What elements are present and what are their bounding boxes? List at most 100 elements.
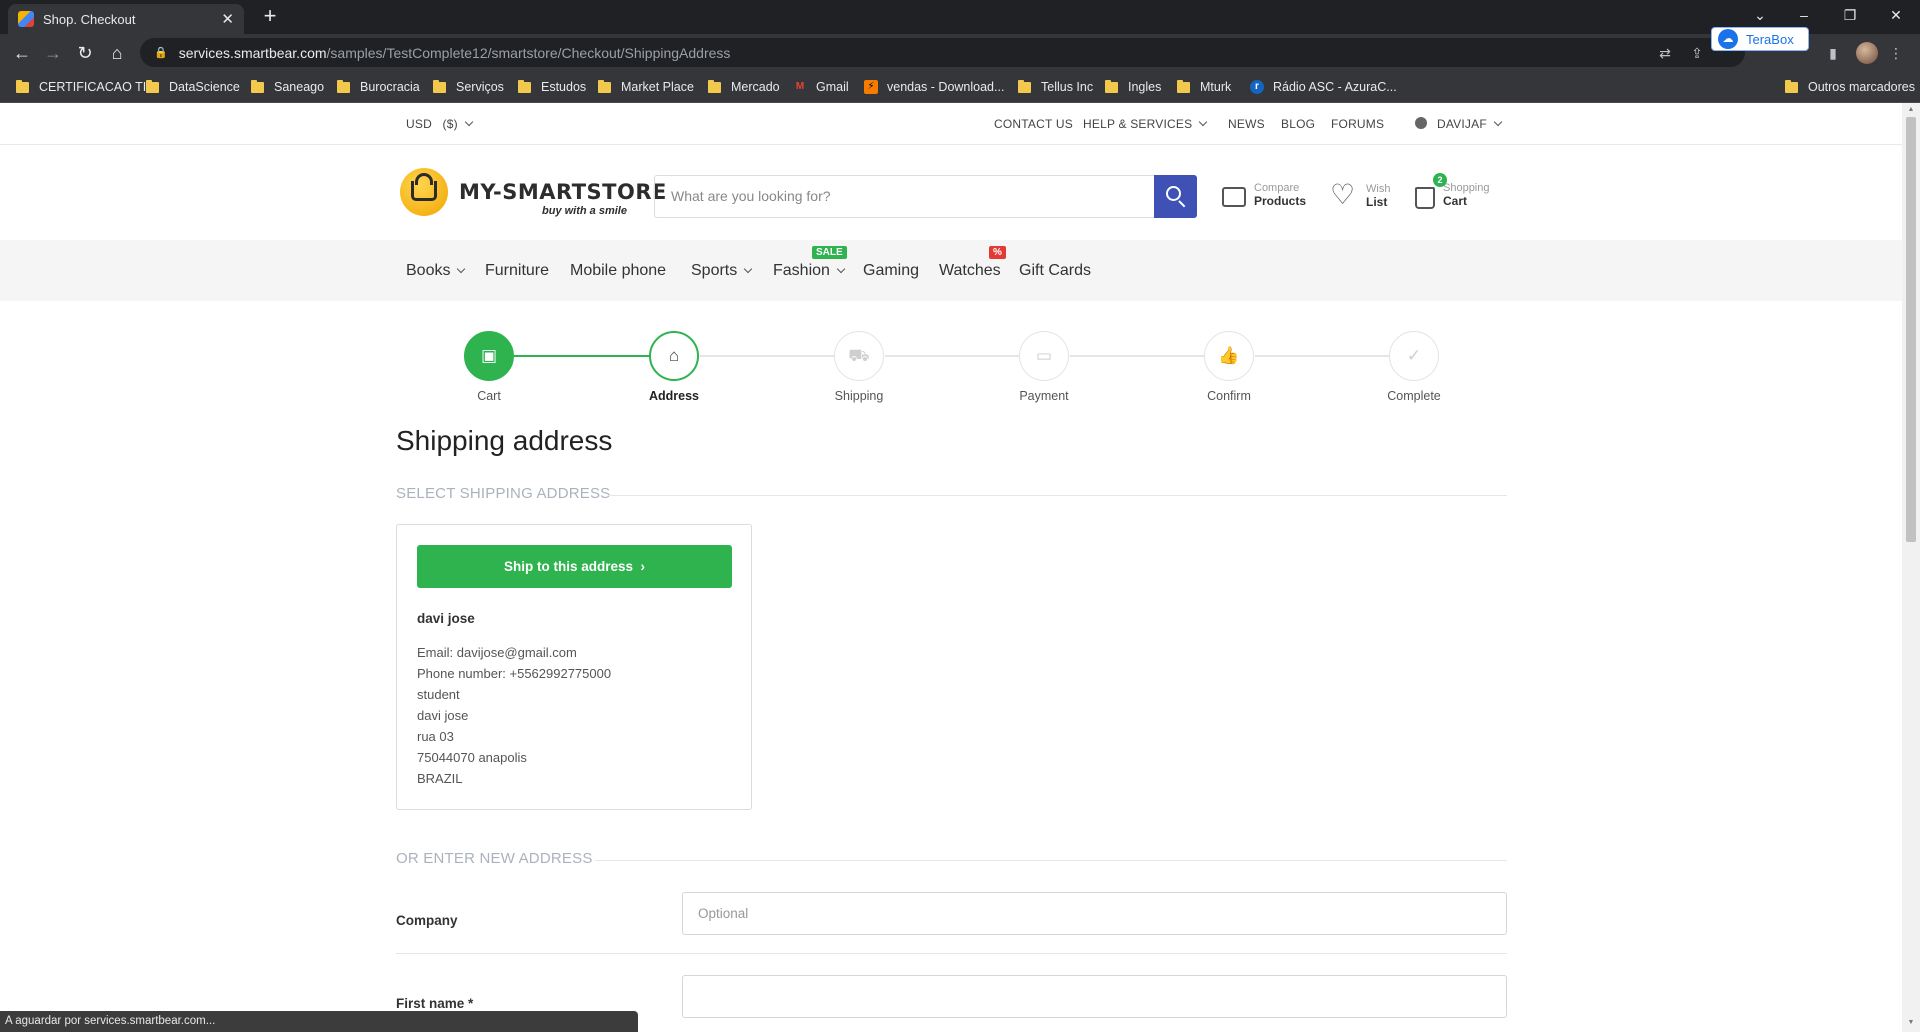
nav-furniture[interactable]: Furniture — [485, 262, 549, 280]
folder-icon — [251, 79, 264, 93]
account-menu[interactable]: DAVIJAF — [1415, 117, 1503, 131]
restore-button[interactable]: ❐ — [1828, 0, 1872, 30]
bookmark-item[interactable]: r Rádio ASC - AzuraC... — [1250, 78, 1397, 96]
bookmark-item[interactable]: CERTIFICACAO TI — [16, 78, 146, 96]
new-tab-button[interactable]: + — [256, 5, 284, 29]
browser-tab[interactable]: Shop. Checkout ✕ — [8, 4, 244, 34]
step-payment-label: Payment — [1019, 389, 1069, 403]
help-services-menu[interactable]: HELP & SERVICES — [1083, 117, 1208, 131]
shopping-bag-icon: ▣ — [480, 346, 498, 365]
nav-fashion-label: Fashion — [773, 262, 830, 279]
chevron-down-icon — [1199, 117, 1208, 127]
home-icon: ⌂ — [668, 346, 680, 365]
translate-icon[interactable]: ⇄ — [1655, 43, 1675, 63]
first-name-field[interactable] — [682, 975, 1507, 1018]
step-connector — [1255, 355, 1390, 357]
nav-mobile-phone[interactable]: Mobile phone — [570, 262, 666, 280]
nav-books[interactable]: Books — [406, 262, 466, 280]
bookmark-item[interactable]: Ingles — [1105, 78, 1161, 96]
chevron-down-icon — [457, 264, 466, 274]
nav-watches[interactable]: Watches — [939, 262, 1001, 280]
credit-card-icon: ▭ — [1035, 346, 1053, 365]
address-country: BRAZIL — [417, 771, 463, 786]
scrollbar-thumb[interactable] — [1906, 117, 1916, 542]
menu-kebab-icon[interactable]: ⋮ — [1886, 43, 1906, 63]
wishlist-link[interactable]: ♡ Wish List — [1330, 179, 1390, 210]
heart-icon: ♡ — [1330, 179, 1356, 210]
folder-icon — [146, 79, 159, 93]
radio-icon: r — [1250, 80, 1264, 94]
step-cart[interactable]: ▣ — [464, 331, 514, 381]
tab-close-icon[interactable]: ✕ — [221, 10, 234, 28]
form-row-divider — [396, 953, 1507, 954]
logo-name: MY-SMARTSTORE — [459, 180, 667, 204]
contact-us-link[interactable]: CONTACT US — [994, 117, 1073, 131]
company-label: Company — [396, 913, 458, 928]
folder-icon — [1105, 79, 1118, 93]
bookmark-item[interactable]: Burocracia — [337, 78, 420, 96]
folder-icon — [598, 79, 611, 93]
nav-sports[interactable]: Sports — [691, 262, 753, 280]
compare-products-link[interactable]: Compare Products — [1222, 182, 1306, 209]
bookmark-label: Mturk — [1200, 80, 1232, 94]
forward-icon[interactable]: → — [41, 41, 65, 65]
scroll-up-arrow-icon[interactable]: ▲ — [1906, 106, 1916, 113]
step-payment: ▭ — [1019, 331, 1069, 381]
scroll-down-arrow-icon[interactable]: ▼ — [1906, 1019, 1916, 1026]
blog-link[interactable]: BLOG — [1281, 117, 1315, 131]
news-link[interactable]: NEWS — [1228, 117, 1265, 131]
forums-link[interactable]: FORUMS — [1331, 117, 1384, 131]
checkmark-icon: ✓ — [1406, 346, 1422, 365]
bookmark-label: Gmail — [816, 80, 849, 94]
address-zip-city: 75044070 anapolis — [417, 750, 527, 765]
chevron-down-icon — [1493, 117, 1503, 127]
bookmark-item[interactable]: Saneago — [251, 78, 324, 96]
cart-count-badge: 2 — [1433, 173, 1447, 187]
address-bar[interactable]: 🔒 services.smartbear.com /samples/TestCo… — [140, 38, 1745, 67]
bookmark-label: vendas - Download... — [887, 80, 1005, 94]
folder-icon — [518, 79, 531, 93]
section-divider — [595, 860, 1507, 861]
home-icon[interactable]: ⌂ — [105, 41, 129, 65]
terabox-extension-button[interactable]: ☁ TeraBox — [1711, 27, 1809, 51]
browser-tab-strip: Shop. Checkout ✕ + ⌄ – ❐ ✕ — [0, 0, 1920, 34]
shopping-bag-icon — [1415, 186, 1435, 209]
tab-title: Shop. Checkout — [43, 11, 136, 27]
reload-icon[interactable]: ↻ — [73, 41, 97, 65]
company-field[interactable]: Optional — [682, 892, 1507, 935]
close-window-button[interactable]: ✕ — [1874, 0, 1918, 30]
back-icon[interactable]: ← — [10, 41, 34, 65]
logo-tagline: buy with a smile — [542, 205, 627, 217]
bookmark-item[interactable]: Serviços — [433, 78, 504, 96]
page-scrollbar[interactable]: ▲ ▼ — [1902, 103, 1920, 1032]
bookmark-item[interactable]: Mercado — [708, 78, 780, 96]
currency-selector[interactable]: USD ($) — [406, 117, 474, 131]
bookmark-item[interactable]: ⚡ vendas - Download... — [864, 78, 1004, 96]
step-shipping-label: Shipping — [834, 389, 884, 403]
site-icon: ⚡ — [864, 80, 878, 94]
step-confirm-label: Confirm — [1207, 389, 1251, 403]
side-panel-icon[interactable]: ▮ — [1823, 43, 1843, 63]
nav-fashion[interactable]: Fashion — [773, 262, 846, 280]
bookmark-item[interactable]: Tellus Inc — [1018, 78, 1093, 96]
search-button[interactable] — [1154, 175, 1197, 218]
tab-search-chevron-icon[interactable]: ⌄ — [1738, 0, 1782, 30]
profile-avatar[interactable] — [1856, 42, 1878, 64]
bookmark-item[interactable]: M Gmail — [793, 78, 849, 96]
nav-gaming[interactable]: Gaming — [863, 262, 919, 280]
search-input[interactable]: What are you looking for? — [654, 175, 1154, 218]
first-name-label: First name * — [396, 996, 474, 1011]
bookmark-item[interactable]: Market Place — [598, 78, 694, 96]
nav-gift-cards[interactable]: Gift Cards — [1019, 262, 1091, 280]
shopping-cart-link[interactable]: Shopping Cart — [1415, 182, 1490, 209]
ship-button-label: Ship to this address — [503, 559, 633, 574]
bookmark-item[interactable]: Mturk — [1177, 78, 1231, 96]
other-bookmarks[interactable]: Outros marcadores — [1785, 78, 1915, 96]
bookmark-item[interactable]: DataScience — [146, 78, 240, 96]
ship-to-address-button[interactable]: Ship to this address › — [417, 545, 732, 588]
minimize-button[interactable]: – — [1782, 0, 1826, 30]
share-icon[interactable]: ⇪ — [1687, 43, 1707, 63]
step-connector — [1070, 355, 1205, 357]
cart-top-label: Shopping — [1443, 182, 1490, 194]
bookmark-item[interactable]: Estudos — [518, 78, 586, 96]
